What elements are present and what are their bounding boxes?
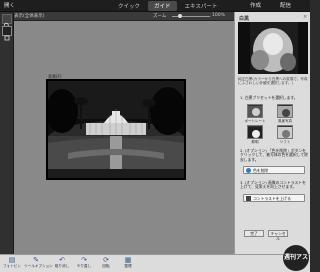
preset-soft-label: ソフト <box>279 140 291 144</box>
create-button[interactable]: 作成 <box>250 1 261 9</box>
preset-landscape-thumb[interactable] <box>277 104 293 118</box>
redo-button[interactable]: ↷ やり直し <box>72 256 96 269</box>
zoom-value: 100% <box>212 13 225 18</box>
organizer-button[interactable]: ▦ 整理 <box>116 256 140 269</box>
share-button[interactable]: 配信 <box>280 1 291 9</box>
mode-tabs: クイック ガイド エキスパート <box>112 1 223 11</box>
tab-guided[interactable]: ガイド <box>148 1 177 11</box>
zoom-slider-handle[interactable] <box>177 14 182 18</box>
preset-portrait-thumb[interactable] <box>247 104 263 118</box>
preset-soft-thumb[interactable] <box>277 125 293 139</box>
tool-options-icon: ✎ <box>33 256 39 264</box>
tab-expert[interactable]: エキスパート <box>179 1 224 11</box>
done-button[interactable]: 完了 <box>244 230 264 237</box>
remove-color-label: 色を削除 <box>253 168 269 173</box>
step-2-text: 2. (オプション) 「色を削除」ボタンをクリックして、被写体の色を選択して除去… <box>240 148 308 162</box>
conservatory-photo[interactable] <box>46 79 186 180</box>
open-button[interactable]: 開く <box>4 1 15 9</box>
undo-icon: ↶ <box>59 256 65 264</box>
view-dropdown[interactable]: 表示(全体表示) <box>14 13 45 19</box>
panel-description: 純正白黒(カラーから白黒への変換で、写真にふさわしい外観を選択します。) <box>238 77 308 86</box>
preset-portrait-label: ポートレート <box>244 119 266 123</box>
redo-label: やり直し <box>76 264 92 268</box>
preset-landscape-label: 風景写真 <box>278 119 292 123</box>
step-3-text: 3. (オプション) 画像のコントラストを上げて、見栄えを向上させます。 <box>240 180 306 190</box>
hand-tool-icon[interactable] <box>2 26 12 41</box>
zoom-tool-icon[interactable] <box>2 14 12 30</box>
rotate-icon: ⟳ <box>103 256 109 264</box>
zoom-label: ズーム <box>153 14 167 19</box>
contrast-icon <box>246 196 251 201</box>
remove-color-button[interactable]: 色を削除 <box>243 166 305 174</box>
increase-contrast-label: コントラストを上げる <box>253 196 291 201</box>
close-icon[interactable]: × <box>303 14 307 20</box>
rotate-button[interactable]: ⟳ 回転 <box>94 256 118 269</box>
photo-bin-button[interactable]: ▤ フォトビン <box>0 256 24 269</box>
watermark-logo: 週刊アスキー <box>283 245 309 271</box>
photo-bin-icon: ▤ <box>8 256 16 264</box>
preview-thumbnail <box>238 22 308 74</box>
preset-vivid-label: 鮮明 <box>251 140 259 144</box>
photo-bin-label: フォトビン <box>3 264 21 268</box>
top-menu-bar: 開く クイック ガイド エキスパート 作成 配信 <box>0 0 310 12</box>
undo-button[interactable]: ↶ 取り消し <box>50 256 74 269</box>
organizer-icon: ▦ <box>124 256 132 264</box>
redo-icon: ↷ <box>81 256 87 264</box>
organizer-label: 整理 <box>124 264 132 268</box>
step-1-text: 1. 白黒プリセットを選択します。 <box>240 95 298 100</box>
preset-vivid-thumb[interactable] <box>247 125 263 139</box>
options-bar: 表示(全体表示) ズーム 100% <box>0 12 234 21</box>
cancel-button[interactable]: キャンセル <box>268 230 288 241</box>
panel-title: 白黒 <box>239 16 250 22</box>
rotate-label: 回転 <box>102 264 110 268</box>
bottom-toolbar: ▤ フォトビン ✎ ツールオプション ↶ 取り消し ↷ やり直し ⟳ 回転 ▦ … <box>0 254 310 272</box>
color-dot-icon <box>246 168 251 173</box>
undo-label: 取り消し <box>54 264 70 268</box>
tab-quick[interactable]: クイック <box>112 1 146 11</box>
tool-options-button[interactable]: ✎ ツールオプション <box>24 256 53 269</box>
guided-edit-panel: 白黒 × 純正白黒(カラーから白黒への変換で、写真にふさわしい外観を選択します。… <box>234 12 310 254</box>
tool-strip <box>0 12 14 254</box>
increase-contrast-button[interactable]: コントラストを上げる <box>243 194 305 202</box>
tool-options-label: ツールオプション <box>24 264 53 268</box>
